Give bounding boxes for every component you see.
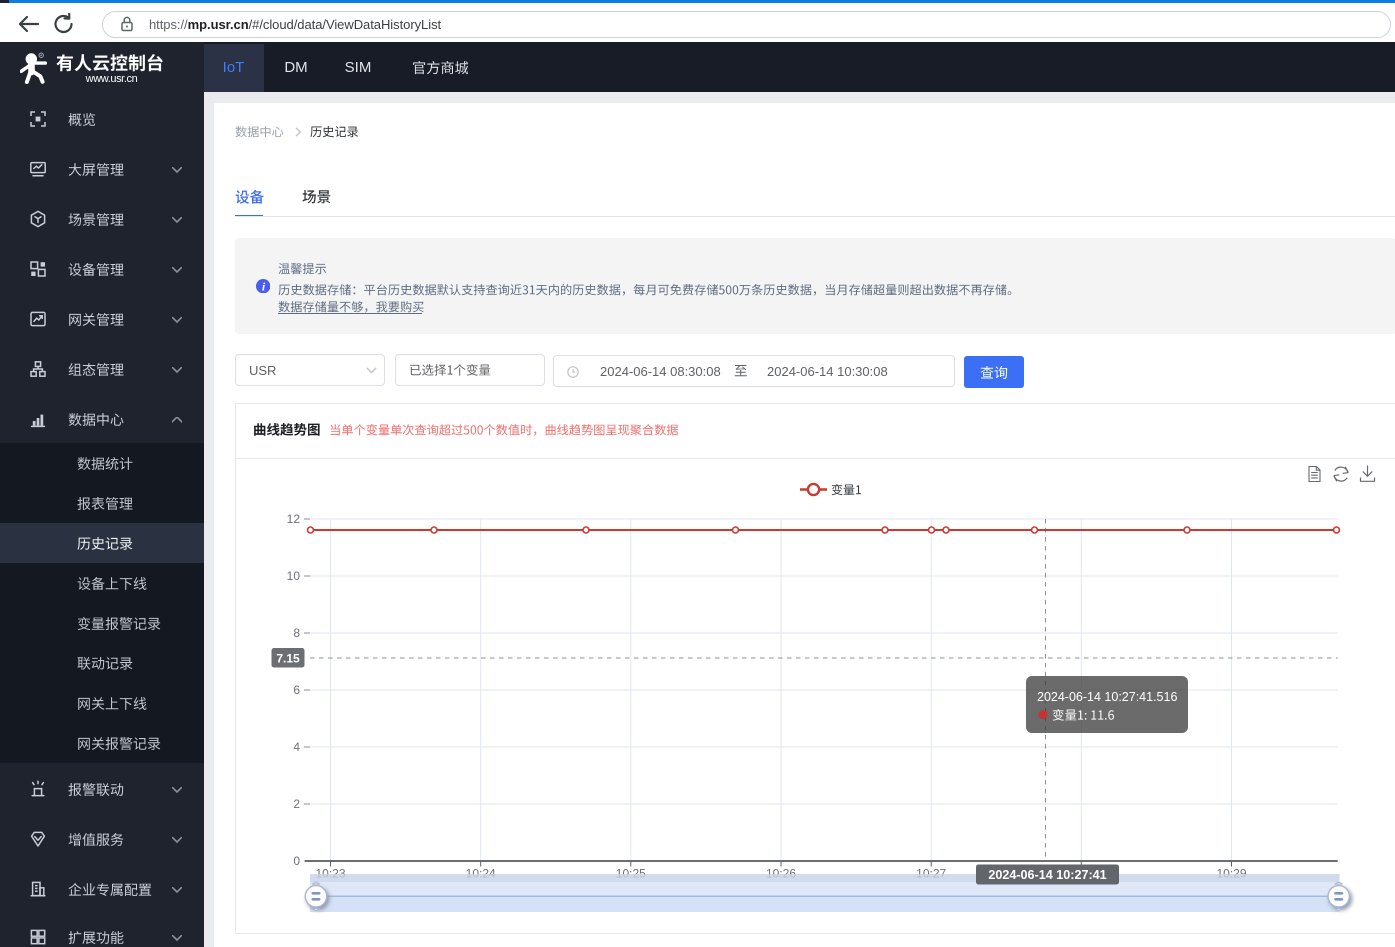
svg-text:6: 6 [293,683,300,697]
svg-text:0: 0 [293,854,300,868]
svg-text:2024-06-14 10:27:41.516: 2024-06-14 10:27:41.516 [1037,690,1177,704]
svg-text:2: 2 [293,797,300,811]
svg-text:2024-06-14 10:27:41: 2024-06-14 10:27:41 [988,868,1106,882]
svg-text:10: 10 [287,569,301,583]
svg-text:12: 12 [287,512,301,526]
svg-text:7.15: 7.15 [276,651,300,665]
svg-text:4: 4 [293,740,300,754]
svg-text:8: 8 [293,626,300,640]
